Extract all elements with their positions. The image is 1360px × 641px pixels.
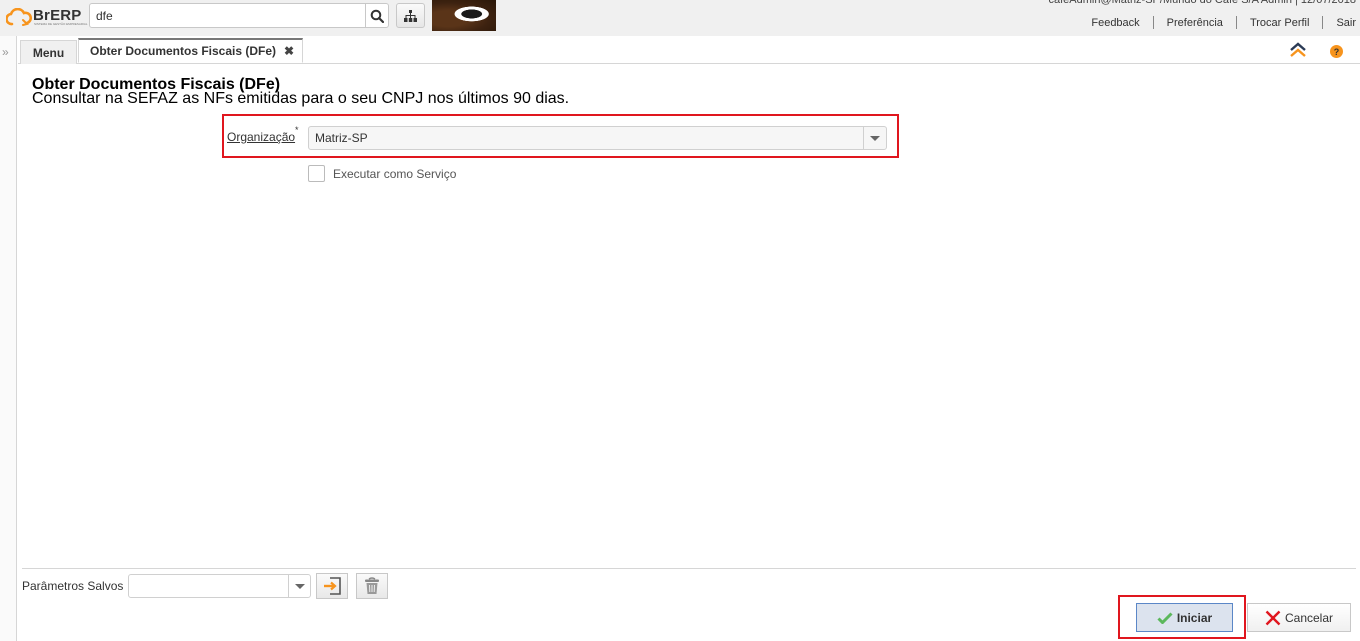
global-search bbox=[89, 3, 389, 28]
user-context-info: cafeAdmin@Matriz-SP/Mundo do Café S/A Ad… bbox=[1048, 0, 1356, 6]
expand-panel-icon[interactable]: » bbox=[2, 45, 9, 59]
search-button[interactable] bbox=[365, 4, 388, 27]
preferences-link[interactable]: Preferência bbox=[1154, 17, 1236, 29]
sign-in-icon bbox=[324, 577, 341, 595]
close-x-icon bbox=[1265, 610, 1281, 626]
load-params-button[interactable] bbox=[316, 573, 348, 599]
tab-menu[interactable]: Menu bbox=[20, 40, 77, 64]
run-as-service-label: Executar como Serviço bbox=[333, 166, 457, 181]
left-panel-rail: » bbox=[0, 36, 17, 641]
coffee-banner-image bbox=[432, 0, 496, 31]
saved-params-select[interactable] bbox=[128, 574, 311, 598]
organization-field-highlight: Organização * Matriz-SP bbox=[222, 114, 899, 158]
process-description: Consultar na SEFAZ as NFs emitidas para … bbox=[32, 90, 570, 107]
tab-menu-label: Menu bbox=[32, 45, 65, 60]
checkmark-icon bbox=[1157, 611, 1173, 624]
header-bar: BrERP SISTEMA DE GESTÃO EMPRESARIAL cafe… bbox=[0, 0, 1360, 36]
change-role-link[interactable]: Trocar Perfil bbox=[1237, 17, 1323, 29]
tab-label: Obter Documentos Fiscais (DFe) bbox=[90, 44, 277, 58]
top-links: Feedback Preferência Trocar Perfil Sair bbox=[1078, 16, 1356, 29]
close-tab-icon[interactable]: ✖ bbox=[284, 44, 294, 58]
double-chevron-up-icon[interactable] bbox=[1289, 42, 1307, 58]
organization-select[interactable]: Matriz-SP bbox=[308, 126, 887, 150]
caret-down-icon bbox=[294, 583, 305, 589]
start-button-label: Iniciar bbox=[1176, 610, 1213, 625]
feedback-link[interactable]: Feedback bbox=[1078, 17, 1152, 29]
cancel-button-label: Cancelar bbox=[1284, 610, 1334, 625]
sitemap-icon bbox=[404, 9, 417, 22]
brerp-logo[interactable]: BrERP SISTEMA DE GESTÃO EMPRESARIAL bbox=[6, 4, 88, 28]
required-mark: * bbox=[295, 125, 299, 135]
start-button[interactable]: Iniciar bbox=[1136, 603, 1233, 632]
footer-divider bbox=[22, 568, 1356, 569]
organization-label[interactable]: Organização bbox=[227, 130, 295, 144]
search-icon bbox=[370, 9, 384, 23]
logo-subtitle: SISTEMA DE GESTÃO EMPRESARIAL bbox=[34, 22, 88, 26]
cancel-button[interactable]: Cancelar bbox=[1247, 603, 1351, 632]
tab-bar: Menu Obter Documentos Fiscais (DFe) ✖ ? bbox=[18, 36, 1360, 64]
caret-down-icon bbox=[870, 135, 880, 141]
search-input[interactable] bbox=[90, 4, 365, 27]
run-as-service-option[interactable]: Executar como Serviço bbox=[308, 165, 456, 182]
tab-obter-documentos-fiscais[interactable]: Obter Documentos Fiscais (DFe) ✖ bbox=[78, 38, 303, 63]
help-icon[interactable]: ? bbox=[1330, 45, 1343, 58]
cloud-logo-icon bbox=[6, 8, 32, 26]
menu-tree-button[interactable] bbox=[396, 3, 425, 28]
run-as-service-checkbox[interactable] bbox=[308, 165, 325, 182]
delete-params-button[interactable] bbox=[356, 573, 388, 599]
saved-params-dropdown-button[interactable] bbox=[288, 575, 310, 597]
trash-icon bbox=[365, 577, 379, 594]
saved-params-value bbox=[129, 575, 288, 597]
logout-link[interactable]: Sair bbox=[1323, 17, 1356, 29]
organization-dropdown-button[interactable] bbox=[863, 127, 886, 149]
saved-params-label: Parâmetros Salvos bbox=[22, 579, 124, 593]
organization-value: Matriz-SP bbox=[315, 131, 368, 145]
